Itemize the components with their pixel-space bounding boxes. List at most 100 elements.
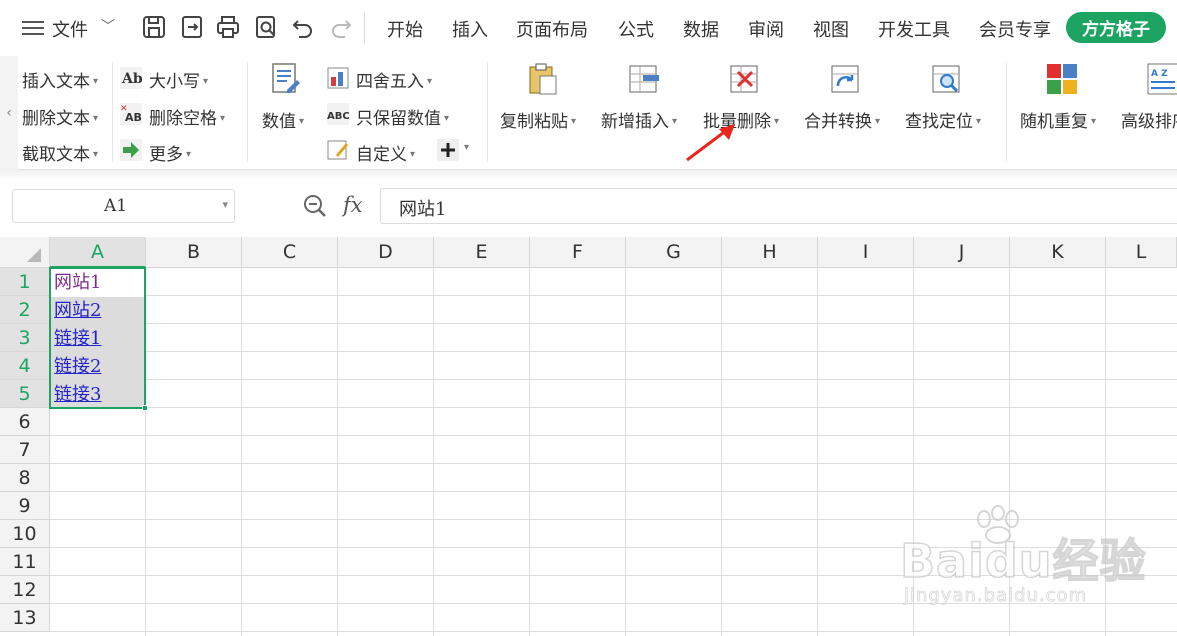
number-button[interactable]: 数值 ▾ [262, 107, 304, 132]
column-header-c[interactable]: C [242, 237, 338, 268]
chevron-down-icon: ▾ [410, 149, 416, 160]
row-header-4[interactable]: 4 [0, 352, 50, 380]
chevron-down-icon[interactable]: ﹀ [101, 16, 115, 36]
menu-bar: 文件 ﹀ 开始 插入 页面布局 公式 数据 审阅 视图 开发工具 会员专享 方方… [0, 0, 1177, 56]
save-icon[interactable] [141, 14, 167, 40]
column-header-a[interactable]: A [50, 237, 146, 268]
select-all-corner[interactable] [0, 237, 50, 268]
sort-az-icon: A Z [1147, 63, 1177, 95]
chevron-down-icon: ▾ [774, 116, 780, 127]
row-header-1[interactable]: 1 [0, 268, 50, 296]
column-header-e[interactable]: E [434, 237, 530, 268]
name-box[interactable]: A1 ▾ [12, 189, 235, 223]
insert-new-button[interactable]: 新增插入 ▾ [601, 107, 677, 132]
column-header-h[interactable]: H [722, 237, 818, 268]
tab-review[interactable]: 审阅 [748, 16, 784, 42]
row-header-7[interactable]: 7 [0, 436, 50, 464]
column-header-j[interactable]: J [914, 237, 1010, 268]
random-repeat-button[interactable]: 随机重复 ▾ [1020, 107, 1096, 132]
row-header-9[interactable]: 9 [0, 492, 50, 520]
plus-icon[interactable] [437, 139, 459, 161]
find-locate-button[interactable]: 查找定位 ▾ [905, 107, 981, 132]
chevron-down-icon: ▾ [571, 116, 577, 127]
copy-paste-button[interactable]: 复制粘贴 ▾ [500, 107, 576, 132]
tab-view[interactable]: 视图 [813, 16, 849, 42]
tab-developer[interactable]: 开发工具 [878, 16, 950, 42]
export-icon[interactable] [179, 14, 205, 40]
gridline [50, 491, 1177, 492]
more-button[interactable]: 更多 ▾ [149, 140, 191, 165]
gridline [50, 435, 1177, 436]
delete-space-icon: ✕AB [120, 103, 142, 125]
tab-formulas[interactable]: 公式 [618, 16, 654, 42]
column-header-b[interactable]: B [146, 237, 242, 268]
row-header-3[interactable]: 3 [0, 324, 50, 352]
column-header-i[interactable]: I [818, 237, 914, 268]
keep-numbers-button[interactable]: 只保留数值 ▾ [356, 104, 449, 129]
find-locate-label: 查找定位 [905, 112, 973, 132]
chevron-down-icon: ▾ [444, 113, 450, 124]
cell-a5[interactable]: 链接3 [50, 381, 146, 409]
custom-icon [327, 140, 348, 160]
watermark-brand: Baidu经验 [899, 533, 1147, 589]
print-preview-icon[interactable] [253, 14, 279, 40]
row-header-6[interactable]: 6 [0, 408, 50, 436]
delete-text-button[interactable]: 删除文本 ▾ [22, 104, 98, 129]
chevron-down-icon: ▾ [203, 76, 209, 87]
row-header-12[interactable]: 12 [0, 576, 50, 604]
gridline [50, 463, 1177, 464]
undo-icon[interactable] [290, 14, 316, 40]
delete-space-button[interactable]: 删除空格 ▾ [149, 104, 225, 129]
cell-a2[interactable]: 网站2 [50, 297, 146, 325]
custom-label: 自定义 [356, 145, 407, 165]
insert-text-button[interactable]: 插入文本 ▾ [22, 67, 98, 92]
advanced-sort-button[interactable]: 高级排序 [1121, 107, 1177, 132]
gridline [50, 351, 1177, 352]
hamburger-icon[interactable] [22, 17, 44, 37]
tab-member[interactable]: 会员专享 [979, 16, 1051, 42]
tab-data[interactable]: 数据 [683, 16, 719, 42]
function-icon[interactable]: fx [343, 193, 363, 217]
column-header-d[interactable]: D [338, 237, 434, 268]
svg-text:ABC: ABC [327, 111, 349, 122]
round-button[interactable]: 四舍五入 ▾ [356, 67, 432, 92]
column-header-l[interactable]: L [1106, 237, 1177, 268]
round-icon [327, 67, 349, 89]
row-header-10[interactable]: 10 [0, 520, 50, 548]
extract-text-button[interactable]: 截取文本 ▾ [22, 140, 98, 165]
tab-start[interactable]: 开始 [387, 16, 423, 42]
case-button[interactable]: 大小写 ▾ [149, 67, 208, 92]
column-header-k[interactable]: K [1010, 237, 1106, 268]
merge-convert-button[interactable]: 合并转换 ▾ [804, 107, 880, 132]
row-header-2[interactable]: 2 [0, 296, 50, 324]
chevron-down-icon: ▾ [93, 113, 99, 124]
file-menu[interactable]: 文件 [52, 16, 88, 42]
chevron-down-icon[interactable]: ▾ [222, 198, 228, 211]
column-header-g[interactable]: G [626, 237, 722, 268]
chevron-down-icon: ▾ [976, 116, 982, 127]
row-header-5[interactable]: 5 [0, 380, 50, 408]
column-header-f[interactable]: F [530, 237, 626, 268]
fill-handle[interactable] [142, 405, 148, 411]
annotation-arrow [686, 124, 735, 162]
row-header-13[interactable]: 13 [0, 604, 50, 632]
zoom-icon[interactable] [302, 193, 328, 219]
chevron-down-icon[interactable]: ▾ [464, 142, 469, 153]
tab-page-layout[interactable]: 页面布局 [516, 16, 588, 42]
print-icon[interactable] [215, 14, 241, 40]
more-label: 更多 [149, 145, 183, 165]
redo-icon[interactable] [328, 14, 354, 40]
cell-a4[interactable]: 链接2 [50, 353, 146, 381]
chevron-left-icon[interactable]: ‹ [0, 56, 18, 170]
cell-a1[interactable]: 网站1 [50, 269, 146, 297]
tab-insert[interactable]: 插入 [452, 16, 488, 42]
row-header-8[interactable]: 8 [0, 464, 50, 492]
chevron-down-icon: ▾ [875, 116, 881, 127]
cell-a3[interactable]: 链接1 [50, 325, 146, 353]
tab-fangfangezi[interactable]: 方方格子 [1066, 12, 1166, 43]
row-header-11[interactable]: 11 [0, 548, 50, 576]
find-locate-icon [932, 65, 960, 93]
copy-paste-icon [529, 63, 557, 95]
formula-input[interactable]: 网站1 [380, 188, 1177, 224]
custom-button[interactable]: 自定义 ▾ [356, 140, 415, 165]
